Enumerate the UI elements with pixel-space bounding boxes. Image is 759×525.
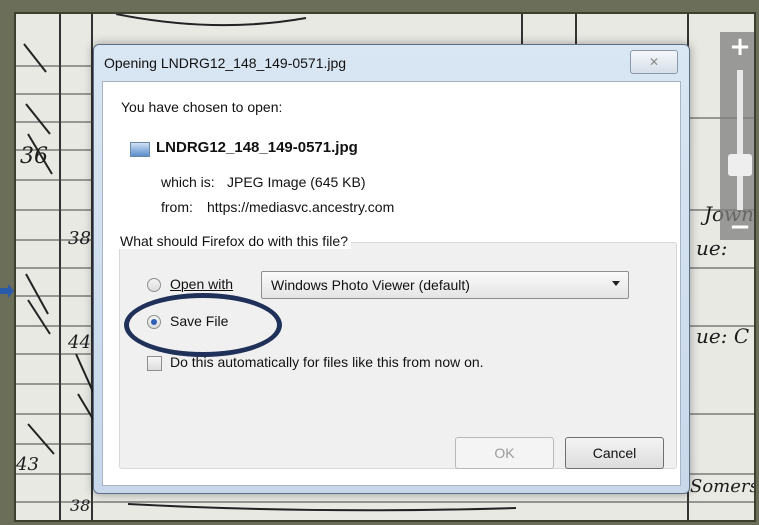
open-with-app-select[interactable]: Windows Photo Viewer (default) [261, 271, 629, 299]
open-with-app-value: Windows Photo Viewer (default) [271, 277, 470, 293]
file-source-label: from: [161, 199, 193, 215]
zoom-slider-track[interactable] [737, 70, 743, 210]
zoom-in-button[interactable]: + [720, 32, 754, 62]
file-name: LNDRG12_148_149-0571.jpg [156, 139, 358, 156]
dialog-body: You have chosen to open: LNDRG12_148_149… [102, 81, 681, 486]
open-with-radio[interactable] [147, 278, 161, 292]
cancel-button[interactable]: Cancel [565, 437, 664, 469]
file-source-value: https://mediasvc.ancestry.com [207, 199, 395, 215]
document-mark: Somers Town [690, 476, 756, 497]
zoom-slider-handle[interactable] [728, 154, 752, 176]
highlight-circle [124, 293, 282, 357]
zoom-control[interactable]: + − [720, 32, 754, 240]
intro-text: You have chosen to open: [121, 99, 283, 115]
document-mark: 38 [68, 228, 91, 249]
dialog-titlebar[interactable]: Opening LNDRG12_148_149-0571.jpg ✕ [94, 45, 689, 81]
ok-button[interactable]: OK [455, 437, 554, 469]
document-mark: 38 [70, 496, 91, 515]
file-download-dialog: Opening LNDRG12_148_149-0571.jpg ✕ You h… [93, 44, 690, 494]
zoom-out-button[interactable]: − [720, 214, 754, 240]
document-mark: ue: C [696, 324, 750, 348]
close-button[interactable]: ✕ [630, 50, 678, 74]
chevron-down-icon [612, 281, 620, 286]
action-question: What should Firefox do with this file? [117, 233, 351, 249]
pointer-arrow-icon [0, 284, 14, 298]
open-with-label[interactable]: Open with [170, 276, 233, 292]
auto-action-checkbox[interactable] [147, 356, 162, 371]
document-mark: 43 [16, 454, 39, 475]
image-file-icon [130, 142, 150, 157]
dialog-title: Opening LNDRG12_148_149-0571.jpg [104, 55, 347, 71]
file-type-label: which is: [161, 174, 215, 190]
document-mark: 36 [20, 144, 48, 169]
document-mark: 44 [68, 332, 91, 353]
file-type-value: JPEG Image (645 KB) [227, 174, 366, 190]
